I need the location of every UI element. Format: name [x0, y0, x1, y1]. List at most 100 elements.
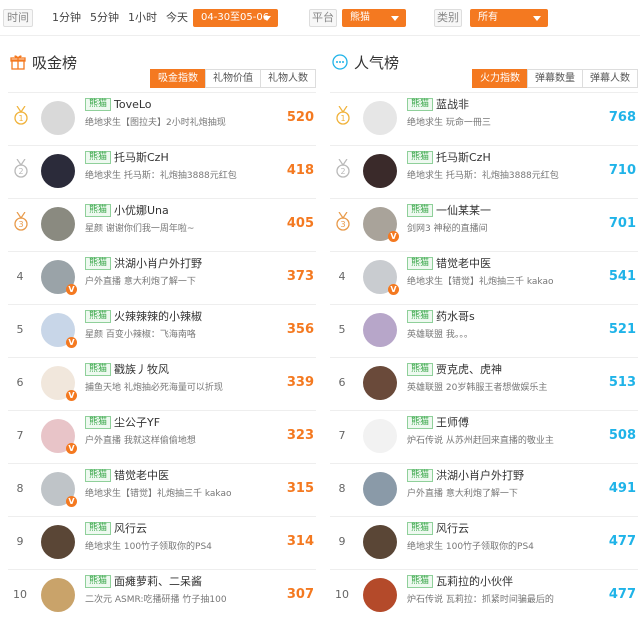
category-dropdown[interactable]: 所有: [470, 9, 548, 27]
tab-fire-index[interactable]: 火力指数: [472, 69, 528, 88]
tab-gift-index[interactable]: 吸金指数: [150, 69, 206, 88]
ranking-row[interactable]: 8 熊猫 洪湖小肖户外打野 户外直播 意大利炮了解一下 491: [330, 463, 638, 516]
verified-icon: V: [66, 443, 77, 454]
score-value: 418: [286, 163, 314, 178]
score-value: 710: [608, 163, 636, 178]
streamer-name[interactable]: 尘公子YF: [114, 416, 160, 429]
streamer-name[interactable]: 贾克虎、虎神: [436, 363, 502, 376]
ranking-row[interactable]: 3 V 熊猫 一仙某某一 剑网3 神秘的直播间 701: [330, 198, 638, 251]
stream-description: 星颜 谢谢你们我一周年啦~: [85, 224, 195, 234]
platform-dropdown[interactable]: 熊猫: [342, 9, 406, 27]
streamer-name[interactable]: 火辣辣辣的小辣椒: [114, 310, 202, 323]
medal-icon: 2: [336, 159, 350, 178]
streamer-name[interactable]: 风行云: [436, 522, 469, 535]
streamer-name[interactable]: 瓦莉拉的小伙伴: [436, 575, 513, 588]
ranking-row[interactable]: 9 熊猫 风行云 绝地求生 100竹子领取你的PS4 477: [330, 516, 638, 569]
medal-icon: 1: [14, 106, 28, 125]
stream-description: 捕鱼天地 礼炮抽必死海量可以折现: [85, 383, 223, 393]
ranking-row[interactable]: 6 熊猫 贾克虎、虎神 英雄联盟 20岁韩服王者想做娱乐主 513: [330, 357, 638, 410]
streamer-name[interactable]: 蓝战非: [436, 98, 469, 111]
streamer-name[interactable]: 王师傅: [436, 416, 469, 429]
streamer-name[interactable]: 错觉老中医: [114, 469, 169, 482]
time-option-5min[interactable]: 5分钟: [90, 11, 119, 25]
avatar[interactable]: [363, 154, 397, 188]
score-value: 307: [286, 587, 314, 602]
streamer-name[interactable]: 洪湖小肖户外打野: [114, 257, 202, 270]
ranking-row[interactable]: 10 熊猫 瓦莉拉的小伙伴 炉石传说 瓦莉拉：抓紧时间骗最后的 477: [330, 569, 638, 622]
streamer-name[interactable]: 戳族丿牧风: [114, 363, 169, 376]
ranking-row[interactable]: 4 V 熊猫 错觉老中医 绝地求生【错觉】礼炮抽三千 kakao 541: [330, 251, 638, 304]
avatar[interactable]: [363, 313, 397, 347]
streamer-name[interactable]: 小优娜Una: [114, 204, 169, 217]
rank-number: 2: [340, 167, 345, 176]
streamer-name[interactable]: 托马斯CzH: [436, 151, 491, 164]
streamer-name[interactable]: 一仙某某一: [436, 204, 491, 217]
ranking-row[interactable]: 8 V 熊猫 错觉老中医 绝地求生【错觉】礼炮抽三千 kakao 315: [8, 463, 316, 516]
ranking-row[interactable]: 3 熊猫 小优娜Una 星颜 谢谢你们我一周年啦~ 405: [8, 198, 316, 251]
stream-description: 星颜 百变小辣椒：飞海南咯: [85, 330, 196, 340]
stream-description: 绝地求生 托马斯：礼炮抽3888元红包: [407, 171, 559, 181]
stream-description: 绝地求生 玩命一冊三: [407, 118, 491, 128]
ranking-row[interactable]: 7 熊猫 王师傅 炉石传说 从苏州赶回来直播的敬业主 508: [330, 410, 638, 463]
platform-badge: 熊猫: [85, 204, 112, 217]
score-value: 701: [608, 216, 636, 231]
verified-icon: V: [66, 284, 77, 295]
rank-number: 5: [16, 323, 24, 336]
avatar[interactable]: [363, 419, 397, 453]
ranking-row[interactable]: 6 V 熊猫 戳族丿牧风 捕鱼天地 礼炮抽必死海量可以折现 339: [8, 357, 316, 410]
tab-danmu-people[interactable]: 弹幕人数: [582, 69, 638, 88]
ranking-row[interactable]: 9 熊猫 风行云 绝地求生 100竹子领取你的PS4 314: [8, 516, 316, 569]
tab-gift-value[interactable]: 礼物价值: [205, 69, 261, 88]
streamer-name[interactable]: 药水哥s: [436, 310, 475, 323]
avatar[interactable]: [363, 525, 397, 559]
ranking-row[interactable]: 2 熊猫 托马斯CzH 绝地求生 托马斯：礼炮抽3888元红包 418: [8, 145, 316, 198]
ranking-row[interactable]: 5 V 熊猫 火辣辣辣的小辣椒 星颜 百变小辣椒：飞海南咯 356: [8, 304, 316, 357]
avatar[interactable]: [41, 578, 75, 612]
streamer-name[interactable]: 洪湖小肖户外打野: [436, 469, 524, 482]
time-option-today[interactable]: 今天: [166, 11, 188, 25]
avatar[interactable]: [363, 366, 397, 400]
streamer-name[interactable]: 错觉老中医: [436, 257, 491, 270]
score-value: 521: [608, 322, 636, 337]
ranking-row[interactable]: 10 熊猫 面瘫萝莉、二呆酱 二次元 ASMR:吃播研播 竹子抽100 307: [8, 569, 316, 622]
avatar[interactable]: [41, 207, 75, 241]
ranking-row[interactable]: 2 熊猫 托马斯CzH 绝地求生 托马斯：礼炮抽3888元红包 710: [330, 145, 638, 198]
avatar[interactable]: [41, 101, 75, 135]
score-value: 508: [608, 428, 636, 443]
streamer-name[interactable]: ToveLo: [114, 98, 152, 111]
rank-number: 3: [18, 220, 23, 229]
avatar[interactable]: [41, 154, 75, 188]
rank-number: 4: [338, 270, 346, 283]
ranking-row[interactable]: 4 V 熊猫 洪湖小肖户外打野 户外直播 意大利炮了解一下 373: [8, 251, 316, 304]
time-option-1hour[interactable]: 1小时: [128, 11, 157, 25]
platform-badge: 熊猫: [407, 469, 434, 482]
streamer-name[interactable]: 风行云: [114, 522, 147, 535]
tab-gift-people[interactable]: 礼物人数: [260, 69, 316, 88]
platform-badge: 熊猫: [85, 363, 112, 376]
stream-description: 绝地求生【错觉】礼炮抽三千 kakao: [85, 489, 232, 499]
ranking-row[interactable]: 1 熊猫 ToveLo 绝地求生【图拉夫】2小时礼炮抽现 520: [8, 92, 316, 145]
ranking-row[interactable]: 5 熊猫 药水哥s 英雄联盟 我。。。 521: [330, 304, 638, 357]
filter-bar: 时间 1分钟 5分钟 1小时 今天 04-30至05-06 平台 熊猫 类别 所…: [0, 0, 640, 36]
avatar[interactable]: [363, 472, 397, 506]
streamer-name[interactable]: 面瘫萝莉、二呆酱: [114, 575, 202, 588]
avatar[interactable]: [363, 578, 397, 612]
ranking-row[interactable]: 1 熊猫 蓝战非 绝地求生 玩命一冊三 768: [330, 92, 638, 145]
platform-badge: 熊猫: [407, 151, 434, 164]
ranking-row[interactable]: 7 V 熊猫 尘公子YF 户外直播 我就这样偷偷地想 323: [8, 410, 316, 463]
rank-number: 8: [338, 482, 346, 495]
platform-badge: 熊猫: [85, 416, 112, 429]
rank-number: 9: [338, 535, 346, 548]
score-value: 315: [286, 481, 314, 496]
tab-danmu-count[interactable]: 弹幕数量: [527, 69, 583, 88]
platform-badge: 熊猫: [85, 469, 112, 482]
date-range-dropdown[interactable]: 04-30至05-06: [193, 9, 278, 27]
avatar[interactable]: [41, 525, 75, 559]
avatar[interactable]: [363, 101, 397, 135]
stream-description: 炉石传说 从苏州赶回来直播的敬业主: [407, 436, 554, 446]
popularity-tabs: 火力指数 弹幕数量 弹幕人数: [472, 69, 638, 88]
verified-icon: V: [66, 337, 77, 348]
score-value: 477: [608, 587, 636, 602]
streamer-name[interactable]: 托马斯CzH: [114, 151, 169, 164]
time-option-1min[interactable]: 1分钟: [52, 11, 81, 25]
